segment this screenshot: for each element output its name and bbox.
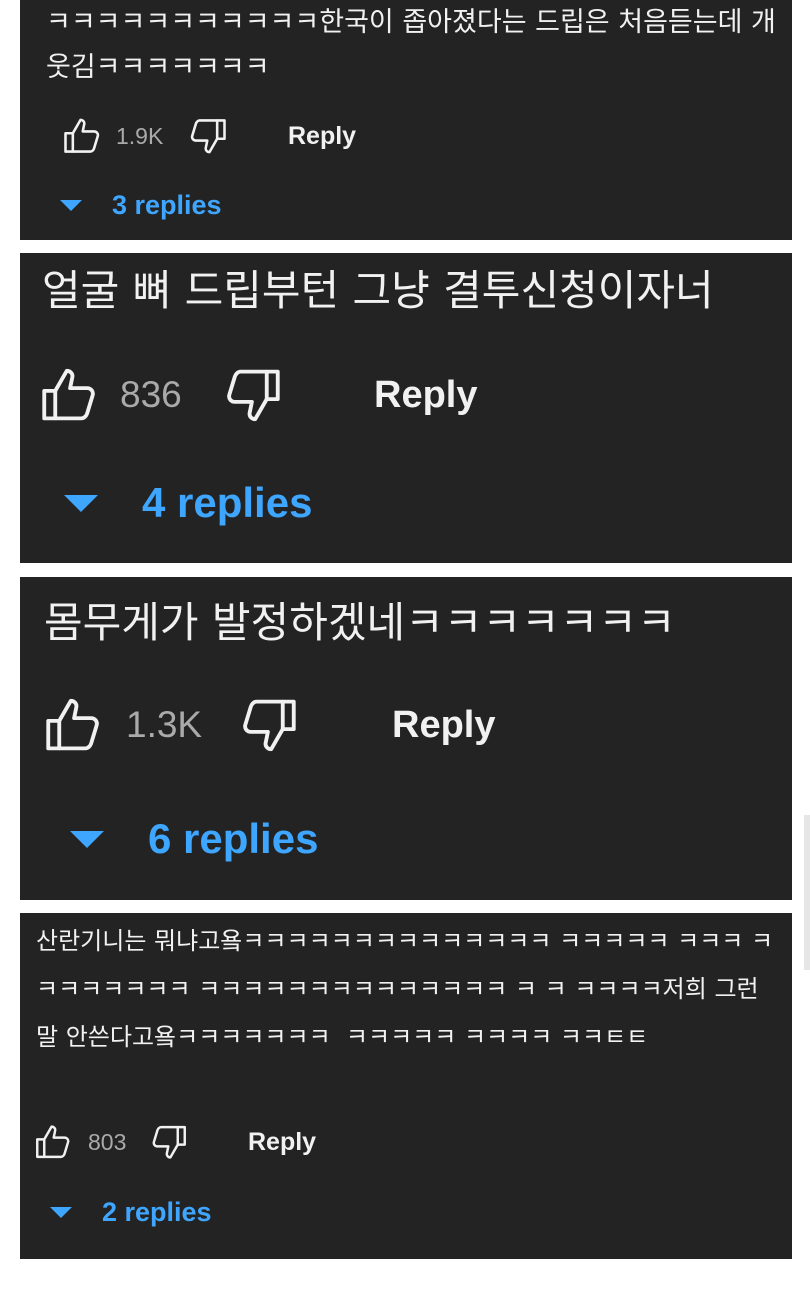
view-replies-button[interactable]: 6 replies	[70, 815, 318, 863]
comment-text: ㅋㅋㅋㅋㅋㅋㅋㅋㅋㅋㅋ한국이 좁아졌다는 드립은 처음듣는데 개웃김ㅋㅋㅋㅋㅋㅋ…	[46, 7, 776, 83]
caret-down-icon	[64, 494, 98, 512]
reply-button[interactable]: Reply	[392, 704, 495, 747]
replies-label: 6 replies	[148, 815, 319, 862]
comment-text: 몸무게가 발정하겠네ㅋㅋㅋㅋㅋㅋㅋ	[44, 598, 676, 647]
comment-card: 산란기니는 뭐냐고욬ㅋㅋㅋㅋㅋㅋㅋㅋㅋㅋㅋㅋㅋㅋ ㅋㅋㅋㅋㅋ ㅋㅋㅋ ㅋㅋㅋㅋㅋ…	[20, 913, 792, 1259]
view-replies-button[interactable]: 4 replies	[64, 479, 312, 527]
thumbs-up-icon[interactable]	[32, 1121, 74, 1163]
reply-button[interactable]: Reply	[288, 122, 356, 151]
caret-down-icon	[50, 1207, 72, 1218]
comment-actions: 1.3K Reply	[40, 685, 792, 765]
comment-text: 얼굴 뼈 드립부턴 그냥 결투신청이자너	[42, 266, 714, 315]
thumbs-down-icon[interactable]	[148, 1121, 190, 1163]
replies-label: 2 replies	[102, 1197, 212, 1227]
caret-down-icon	[70, 830, 104, 848]
view-replies-button[interactable]: 3 replies	[60, 190, 222, 221]
reply-button[interactable]: Reply	[248, 1128, 316, 1157]
thumbs-up-icon[interactable]	[36, 362, 102, 428]
comment-actions: 836 Reply	[36, 355, 792, 435]
comment-actions: 1.9K Reply	[60, 112, 792, 160]
replies-label: 4 replies	[142, 479, 313, 526]
like-count: 1.3K	[126, 704, 203, 745]
comment-card: ㅋㅋㅋㅋㅋㅋㅋㅋㅋㅋㅋ한국이 좁아졌다는 드립은 처음듣는데 개웃김ㅋㅋㅋㅋㅋㅋ…	[20, 0, 792, 240]
thumbs-down-icon[interactable]	[186, 114, 230, 158]
like-count: 803	[88, 1128, 127, 1155]
replies-label: 3 replies	[112, 190, 222, 220]
caret-down-icon	[60, 200, 82, 211]
comment-card: 몸무게가 발정하겠네ㅋㅋㅋㅋㅋㅋㅋ 1.3K Reply 6 replies	[20, 577, 792, 900]
like-count: 836	[120, 374, 182, 415]
thumbs-up-icon[interactable]	[60, 114, 104, 158]
thumbs-down-icon[interactable]	[220, 362, 286, 428]
comment-card: 얼굴 뼈 드립부턴 그냥 결투신청이자너 836 Reply 4 replies	[20, 253, 792, 563]
view-replies-button[interactable]: 2 replies	[50, 1197, 212, 1228]
scroll-edge	[804, 815, 810, 970]
thumbs-up-icon[interactable]	[40, 692, 106, 758]
thumbs-down-icon[interactable]	[236, 692, 302, 758]
reply-button[interactable]: Reply	[374, 374, 477, 417]
comment-actions: 803 Reply	[32, 1118, 792, 1166]
like-count: 1.9K	[116, 122, 164, 149]
comment-text: 산란기니는 뭐냐고욬ㅋㅋㅋㅋㅋㅋㅋㅋㅋㅋㅋㅋㅋㅋ ㅋㅋㅋㅋㅋ ㅋㅋㅋ ㅋㅋㅋㅋㅋ…	[36, 927, 774, 1051]
